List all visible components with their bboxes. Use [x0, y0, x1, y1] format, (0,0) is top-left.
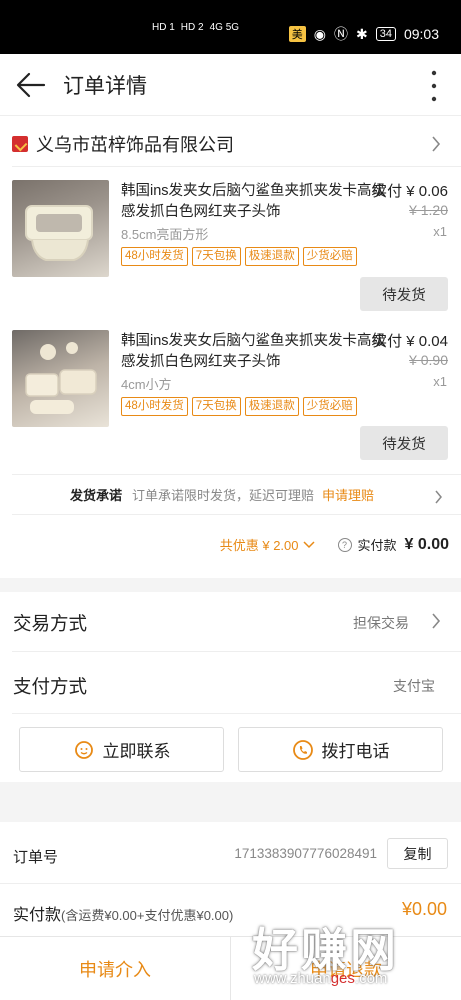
- watermark-url-suffix: .com: [354, 970, 388, 987]
- trade-method-label: 交易方式: [13, 613, 88, 634]
- discount-toggle[interactable]: 共优惠 ¥ 2.00: [220, 535, 316, 554]
- service-tags: 48小时发货 7天包换 极速退款 少货必赔: [121, 397, 357, 416]
- product-image[interactable]: [12, 330, 109, 427]
- service-tag: 7天包换: [191, 247, 241, 266]
- chat-face-icon: [74, 740, 93, 759]
- network-type: 4G 5G: [209, 22, 240, 33]
- promise-text: 订单承诺限时发货，延迟可理赔: [132, 488, 315, 503]
- shipping-promise[interactable]: 发货承诺 订单承诺限时发货，延迟可理赔 申请理赔: [70, 485, 374, 504]
- more-options-icon[interactable]: [429, 68, 439, 104]
- product-qty: x1: [433, 224, 447, 239]
- shop-name: 义乌市茁梓饰品有限公司: [36, 135, 234, 155]
- divider: [12, 651, 461, 652]
- help-icon[interactable]: ?: [337, 537, 352, 552]
- service-tag: 极速退款: [244, 247, 299, 266]
- divider: [12, 514, 461, 515]
- divider: [12, 474, 461, 475]
- status-left: HD 1 HD 2 4G 5G: [152, 22, 239, 33]
- service-tag: 极速退款: [244, 397, 299, 416]
- battery-indicator: 34: [375, 27, 396, 41]
- item-price: 实付 ¥ 0.04: [372, 331, 448, 352]
- divider: [0, 883, 461, 884]
- nav-bar: 订单详情: [0, 54, 461, 116]
- original-price: ¥ 0.90: [409, 352, 448, 368]
- price-value: ¥ 0.04: [406, 333, 448, 350]
- product-qty: x1: [433, 374, 447, 389]
- service-tags: 48小时发货 7天包换 极速退款 少货必赔: [121, 247, 357, 266]
- payment-method-label: 支付方式: [13, 676, 88, 697]
- order-totals: 共优惠 ¥ 2.00 ? 实付款 ¥ 0.00: [220, 535, 449, 554]
- request-intervention-button[interactable]: 申请介入: [0, 937, 230, 1000]
- paid-row-label: 实付款: [13, 907, 62, 924]
- shop-header[interactable]: 义乌市茁梓饰品有限公司: [12, 130, 234, 158]
- bluetooth-icon: ✱: [355, 25, 368, 42]
- watermark-url: www.zhuanges.com: [254, 970, 387, 987]
- product-spec: 8.5cm亮面方形: [121, 227, 209, 242]
- service-tag: 7天包换: [191, 397, 241, 416]
- service-tag: 少货必赔: [302, 247, 357, 266]
- chevron-right-icon[interactable]: [431, 612, 441, 630]
- eye-icon: ◉: [313, 25, 326, 42]
- product-title[interactable]: 韩国ins发夹女后脑勺鲨鱼夹抓夹发卡高级感发抓白色网红夹子头饰: [121, 331, 391, 373]
- pending-shipment-button[interactable]: 待发货: [360, 426, 448, 460]
- hd-indicator-2: HD 2: [180, 22, 204, 33]
- shop-logo-icon: [12, 136, 28, 152]
- paid-label: 实付款: [357, 538, 397, 553]
- page-title: 订单详情: [63, 75, 147, 98]
- service-tag: 少货必赔: [302, 397, 357, 416]
- claim-compensation-link[interactable]: 申请理赔: [322, 485, 374, 504]
- divider: [12, 166, 461, 167]
- price-value: ¥ 0.06: [406, 183, 448, 200]
- service-tag: 48小时发货: [121, 247, 188, 266]
- call-phone-label: 拨打电话: [321, 742, 390, 761]
- service-tag: 48小时发货: [121, 397, 188, 416]
- hair-clip-image-icon: [25, 205, 93, 261]
- paid-value: ¥ 0.00: [404, 535, 449, 553]
- nfc-icon: Ⓝ: [333, 26, 348, 42]
- site-watermark: 好赚网 www.zhuanges.com: [250, 914, 460, 998]
- trade-method-value: 担保交易: [353, 615, 409, 631]
- status-bar: HD 1 HD 2 4G 5G 美 ◉ Ⓝ ✱ 34 09:03: [0, 0, 461, 54]
- price-label: 实付: [372, 333, 403, 350]
- divider: [12, 713, 461, 714]
- chevron-down-icon: [302, 540, 315, 548]
- phone-icon: [292, 739, 313, 760]
- original-price: ¥ 1.20: [409, 202, 448, 218]
- paid-row: 实付款(含运费¥0.00+支付优惠¥0.00): [13, 901, 233, 925]
- product-spec: 4cm小方: [121, 377, 172, 392]
- watermark-url-prefix: www.zhuan: [254, 970, 331, 987]
- order-number: 1713383907776028491: [234, 846, 377, 861]
- chevron-right-icon[interactable]: [434, 489, 443, 505]
- product-title[interactable]: 韩国ins发夹女后脑勺鲨鱼夹抓夹发卡高级感发抓白色网红夹子头饰: [121, 181, 391, 223]
- paid-row-note: (含运费¥0.00+支付优惠¥0.00): [61, 908, 234, 923]
- back-arrow-icon[interactable]: [14, 68, 48, 102]
- pending-shipment-button[interactable]: 待发货: [360, 277, 448, 311]
- call-phone-button[interactable]: 拨打电话: [238, 727, 443, 772]
- price-label: 实付: [372, 183, 403, 200]
- clock: 09:03: [403, 26, 439, 42]
- order-number-label: 订单号: [13, 849, 59, 866]
- hd-indicator-1: HD 1: [152, 22, 175, 33]
- payment-method-value: 支付宝: [393, 678, 435, 694]
- item-price: 实付 ¥ 0.06: [372, 181, 448, 202]
- copy-button[interactable]: 复制: [387, 838, 448, 869]
- promise-label: 发货承诺: [70, 488, 123, 503]
- discount-amount: 共优惠 ¥ 2.00: [219, 538, 299, 553]
- status-right: 美 ◉ Ⓝ ✱ 34 09:03: [288, 24, 439, 44]
- app-badge: 美: [288, 26, 306, 42]
- contact-seller-label: 立即联系: [102, 742, 171, 761]
- watermark-url-mid: ges: [330, 970, 355, 987]
- chevron-right-icon[interactable]: [431, 135, 441, 153]
- hair-clip-image-icon: [25, 342, 97, 414]
- product-image[interactable]: [12, 180, 109, 277]
- contact-seller-button[interactable]: 立即联系: [19, 727, 224, 772]
